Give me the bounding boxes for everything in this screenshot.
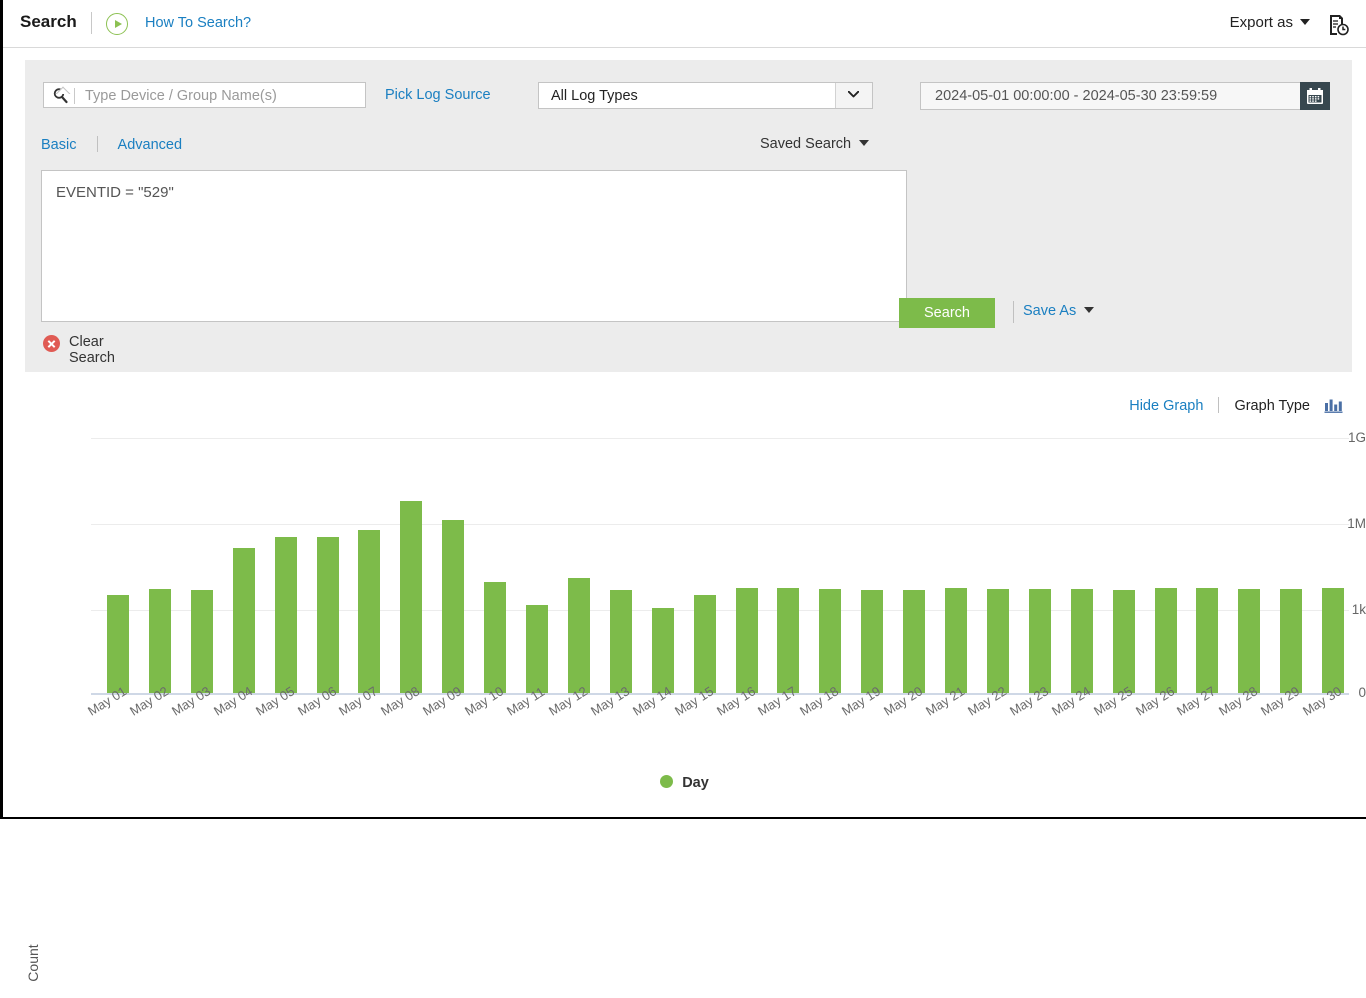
y-axis-label: Count bbox=[25, 928, 41, 998]
bar[interactable] bbox=[1196, 588, 1218, 693]
count-by-day-bar-chart: Count 1G1M1k0 May 01May 02May 03May 04Ma… bbox=[3, 420, 1366, 819]
bar[interactable] bbox=[1280, 589, 1302, 693]
bar[interactable] bbox=[861, 590, 883, 693]
graph-type-label[interactable]: Graph Type bbox=[1234, 398, 1310, 414]
how-to-search-link[interactable]: How To Search? bbox=[145, 15, 251, 31]
chevron-down-icon bbox=[1300, 19, 1310, 25]
gridline bbox=[91, 524, 1349, 525]
hide-graph-link[interactable]: Hide Graph bbox=[1129, 398, 1203, 414]
bar[interactable] bbox=[903, 590, 925, 693]
bar[interactable] bbox=[191, 590, 213, 693]
search-button[interactable]: Search bbox=[899, 298, 995, 328]
pick-log-source-link[interactable]: Pick Log Source bbox=[385, 87, 491, 103]
search-input[interactable] bbox=[83, 83, 362, 109]
bar[interactable] bbox=[736, 588, 758, 693]
bar[interactable] bbox=[275, 537, 297, 693]
bar[interactable] bbox=[610, 590, 632, 693]
gridline bbox=[91, 438, 1349, 439]
query-textarea[interactable] bbox=[54, 181, 893, 315]
bar[interactable] bbox=[568, 578, 590, 693]
page-header: Search How To Search? Export as bbox=[3, 0, 1366, 48]
page-title: Search bbox=[20, 12, 77, 32]
export-as-label: Export as bbox=[1230, 14, 1293, 31]
export-as-button[interactable]: Export as bbox=[1230, 14, 1310, 31]
search-box-divider bbox=[74, 88, 75, 104]
saved-search-label: Saved Search bbox=[760, 136, 851, 152]
bar[interactable] bbox=[987, 589, 1009, 693]
scheduled-report-icon[interactable] bbox=[1326, 13, 1350, 37]
legend-label: Day bbox=[682, 775, 709, 791]
graph-toolbar: Hide Graph Graph Type bbox=[1129, 397, 1344, 414]
graph-toolbar-divider bbox=[1218, 397, 1219, 413]
bar[interactable] bbox=[107, 595, 129, 693]
bar[interactable] bbox=[1155, 588, 1177, 693]
chevron-down-icon bbox=[848, 91, 859, 98]
log-type-selected-value: All Log Types bbox=[551, 88, 638, 104]
bar[interactable] bbox=[1238, 589, 1260, 693]
bar[interactable] bbox=[1113, 590, 1135, 693]
bar[interactable] bbox=[819, 589, 841, 693]
search-page: Search How To Search? Export as bbox=[0, 0, 1366, 819]
bar[interactable] bbox=[526, 605, 548, 693]
active-tab-pointer bbox=[55, 85, 71, 94]
bar[interactable] bbox=[358, 530, 380, 693]
chart-legend: Day bbox=[3, 775, 1366, 791]
save-as-button[interactable]: Save As bbox=[1023, 303, 1094, 319]
tab-advanced[interactable]: Advanced bbox=[118, 137, 183, 153]
filter-panel: Pick Log Source All Log Types 2024-05-01… bbox=[25, 60, 1352, 372]
bar[interactable] bbox=[652, 608, 674, 693]
bar[interactable] bbox=[317, 537, 339, 693]
query-editor[interactable] bbox=[41, 170, 907, 322]
tab-divider bbox=[97, 136, 98, 152]
tab-basic[interactable]: Basic bbox=[41, 137, 76, 153]
legend-color-swatch bbox=[660, 775, 673, 788]
query-mode-tabs: Basic Advanced bbox=[41, 136, 182, 153]
date-range-field[interactable]: 2024-05-01 00:00:00 - 2024-05-30 23:59:5… bbox=[920, 82, 1330, 110]
saved-search-button[interactable]: Saved Search bbox=[760, 136, 869, 152]
calendar-icon bbox=[1306, 87, 1324, 105]
log-type-select[interactable]: All Log Types bbox=[538, 82, 873, 109]
header-divider bbox=[91, 12, 92, 34]
y-axis-tick: 1G bbox=[1306, 430, 1366, 445]
date-range-value: 2024-05-01 00:00:00 - 2024-05-30 23:59:5… bbox=[935, 88, 1217, 104]
bar[interactable] bbox=[1071, 589, 1093, 693]
y-axis-tick: 1M bbox=[1306, 516, 1366, 531]
close-circle-icon bbox=[43, 335, 60, 352]
bar[interactable] bbox=[945, 588, 967, 693]
calendar-picker-button[interactable] bbox=[1300, 82, 1330, 110]
bar[interactable] bbox=[694, 595, 716, 693]
save-as-divider bbox=[1013, 301, 1014, 323]
log-type-dropdown-arrow[interactable] bbox=[835, 83, 872, 108]
bar[interactable] bbox=[777, 588, 799, 693]
bar[interactable] bbox=[400, 501, 422, 693]
chevron-down-icon bbox=[1084, 307, 1094, 313]
chevron-down-icon bbox=[859, 140, 869, 146]
bar[interactable] bbox=[149, 589, 171, 693]
bar-chart-icon[interactable] bbox=[1324, 397, 1344, 413]
bar[interactable] bbox=[1029, 589, 1051, 693]
bar[interactable] bbox=[1322, 588, 1344, 693]
clear-search-label: Clear Search bbox=[69, 334, 115, 366]
device-search-box[interactable] bbox=[43, 82, 366, 108]
bar[interactable] bbox=[442, 520, 464, 693]
play-circle-icon[interactable] bbox=[106, 13, 128, 35]
bar[interactable] bbox=[233, 548, 255, 693]
save-as-label: Save As bbox=[1023, 303, 1076, 319]
bar[interactable] bbox=[484, 582, 506, 693]
